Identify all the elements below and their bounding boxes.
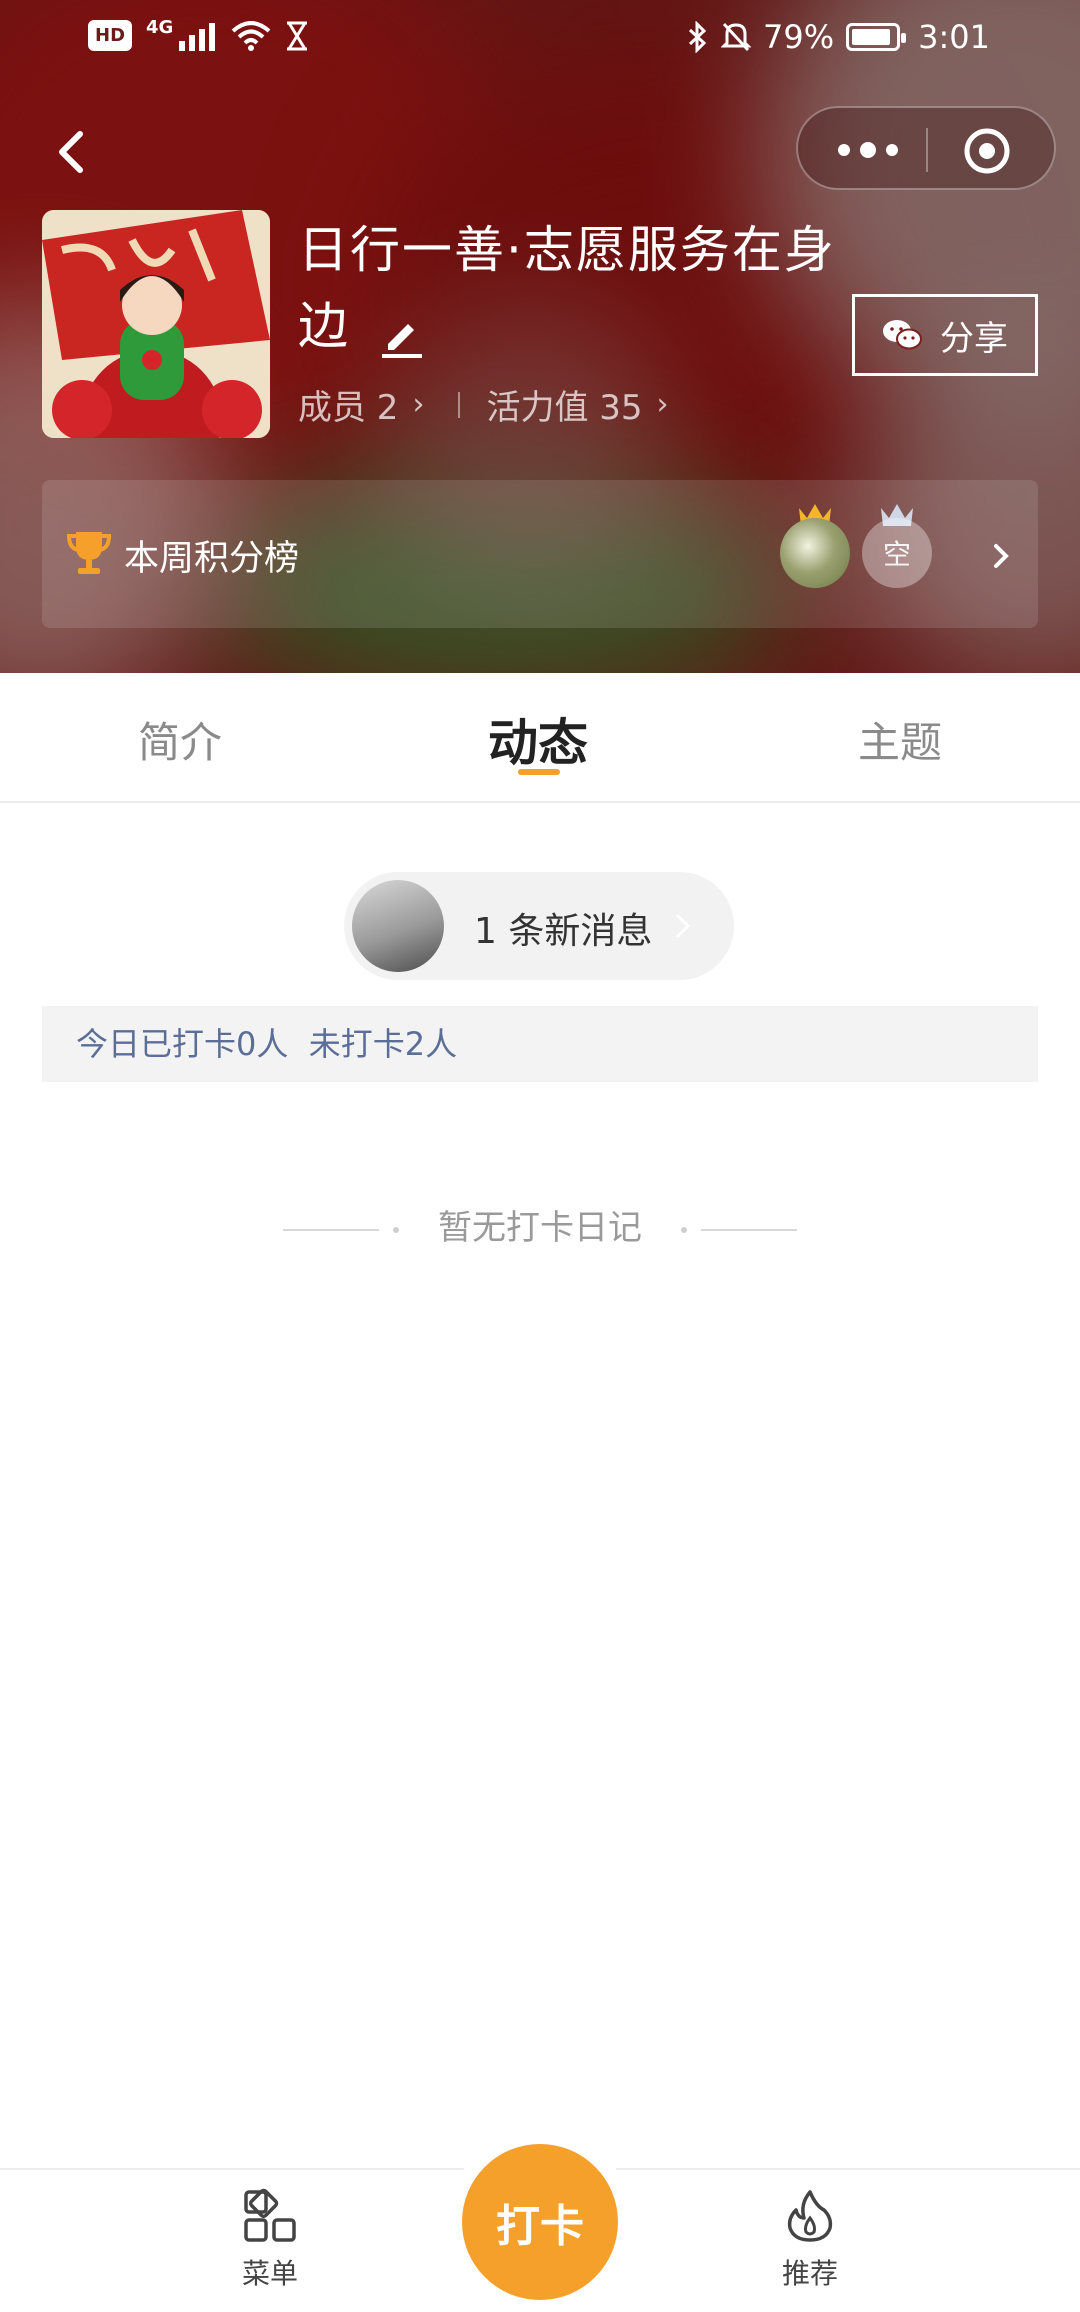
chevron-right-icon [994, 544, 1009, 568]
nav-recommend[interactable]: 推荐 [760, 2188, 860, 2292]
active-tab-indicator [518, 769, 560, 775]
status-bar: HD 4G 79% 3:01 [0, 0, 1080, 80]
nav-menu-label: 菜单 [241, 2257, 298, 2290]
chevron-right-icon [676, 914, 691, 938]
trophy-icon [66, 532, 112, 574]
flame-icon [787, 2190, 833, 2242]
weekly-leaderboard[interactable]: 本周积分榜 空 [42, 480, 1038, 628]
tab-intro[interactable]: 简介 [138, 709, 222, 770]
grid-menu-icon [244, 2188, 296, 2242]
hourglass-icon [287, 21, 308, 50]
members-link[interactable]: 成员 2 [298, 380, 398, 429]
signal-icon [179, 22, 216, 51]
nav-menu[interactable]: 菜单 [220, 2188, 320, 2292]
vitality-link[interactable]: 活力值 35 [486, 380, 642, 429]
back-button[interactable] [40, 118, 110, 188]
leaderboard-avatar[interactable] [780, 518, 850, 588]
close-miniprogram-button[interactable] [962, 126, 1012, 176]
back-icon [59, 131, 83, 173]
wifi-icon [232, 20, 271, 51]
leaderboard-avatar-empty: 空 [862, 518, 932, 588]
edit-icon [381, 323, 422, 358]
bluetooth-icon [688, 21, 707, 53]
share-label: 分享 [940, 318, 1008, 359]
checkin-status-text: 今日已打卡0人 未打卡2人 [76, 1025, 458, 1063]
mini-program-capsule [796, 106, 1056, 190]
new-messages-text: 1 条新消息 [474, 911, 653, 952]
tab-bar: 简介 动态 主题 [0, 673, 1080, 803]
checkin-status-bar: 今日已打卡0人 未打卡2人 [42, 1006, 1038, 1082]
share-button[interactable]: 分享 [852, 294, 1038, 376]
battery-icon [846, 23, 907, 51]
new-messages-button[interactable]: 1 条新消息 [344, 872, 734, 980]
checkin-button-label: 打卡 [496, 2201, 584, 2252]
leaderboard-label: 本周积分榜 [124, 539, 300, 579]
message-avatar [352, 880, 444, 972]
checkin-button[interactable]: 打卡 [462, 2144, 618, 2300]
more-icon [838, 142, 898, 158]
target-icon [964, 128, 1010, 174]
hd-indicator: HD [88, 20, 133, 51]
group-cover-image[interactable] [42, 210, 270, 438]
chevron-right-icon: › [656, 387, 669, 422]
empty-state-text: 暂无打卡日记 [438, 1208, 642, 1248]
empty-state: 暂无打卡日记 [0, 1200, 1080, 1249]
tab-activity[interactable]: 动态 [488, 703, 588, 775]
battery-percent: 79% [763, 18, 835, 56]
network-type: 4G [146, 17, 174, 38]
edit-title-button[interactable] [376, 305, 426, 358]
mute-bell-icon [721, 22, 752, 52]
empty-avatar-text: 空 [882, 538, 911, 571]
chevron-right-icon: › [412, 387, 425, 422]
nav-recommend-label: 推荐 [781, 2257, 838, 2290]
wechat-icon [883, 320, 922, 350]
more-button[interactable] [828, 128, 908, 172]
group-meta: 成员 2 › 活力值 35 › [298, 380, 687, 429]
tab-topics[interactable]: 主题 [858, 709, 942, 770]
clock: 3:01 [918, 18, 990, 56]
group-title: 日行一善·志愿服务在身边 [298, 212, 858, 364]
